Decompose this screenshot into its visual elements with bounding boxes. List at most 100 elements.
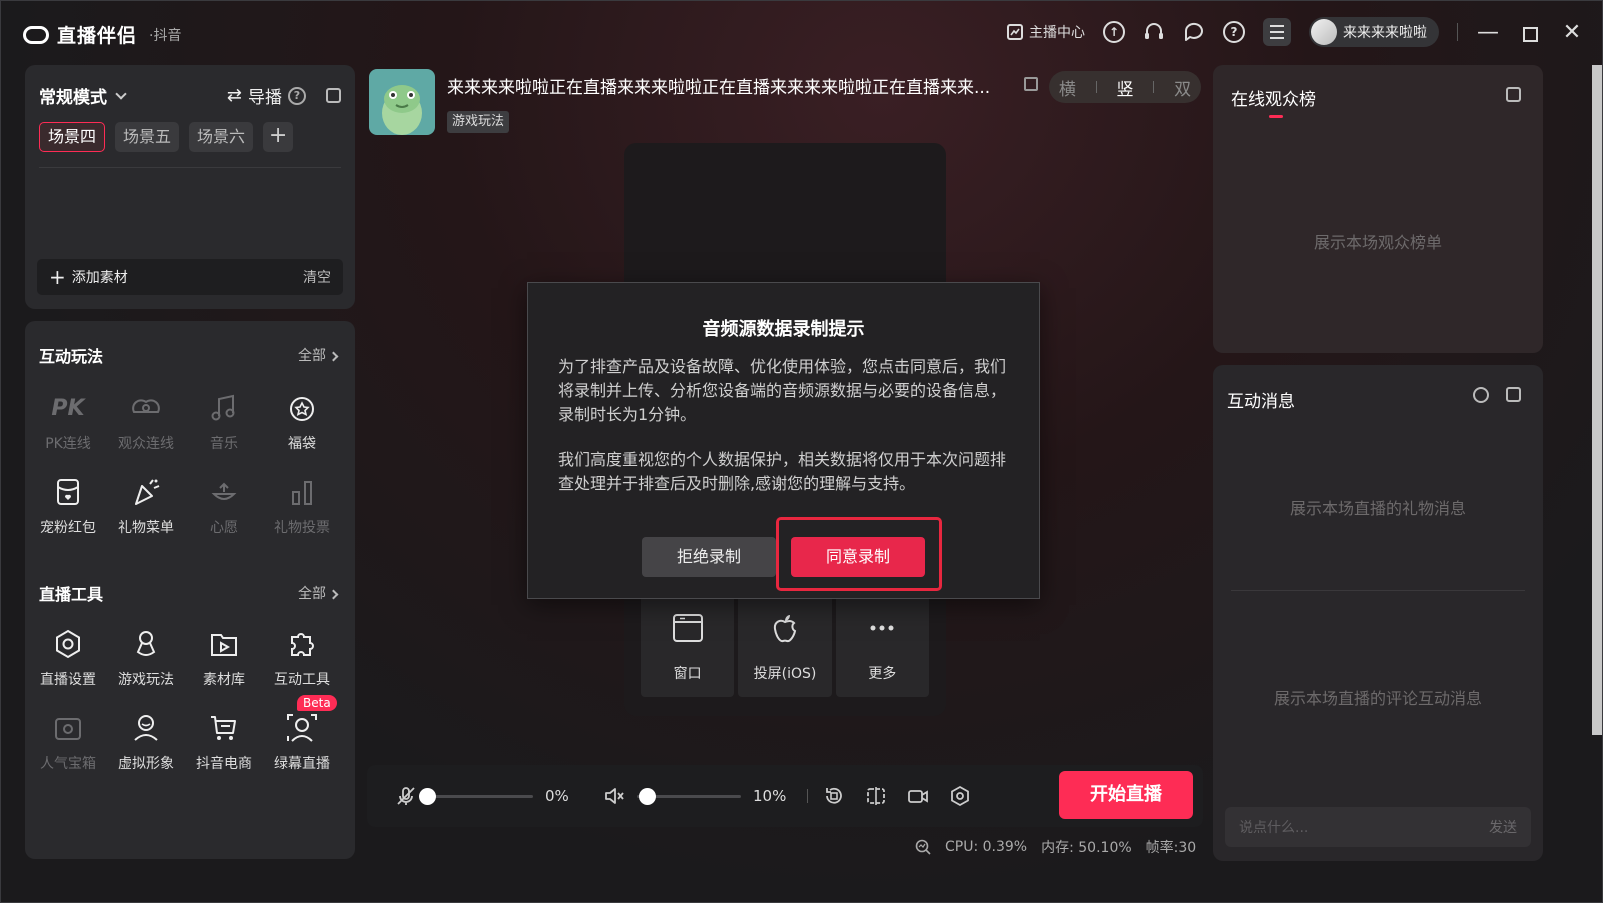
start-live-button[interactable]: 开始直播 bbox=[1059, 771, 1193, 819]
platform-name: ·抖音 bbox=[149, 27, 182, 44]
room-category-tag[interactable]: 游戏玩法 bbox=[447, 111, 510, 133]
director-help-icon[interactable]: ? bbox=[288, 86, 306, 105]
send-button[interactable]: 发送 bbox=[1489, 817, 1517, 837]
help-icon[interactable]: ? bbox=[1223, 21, 1245, 43]
tool-lucky-bag[interactable]: 福袋 bbox=[263, 391, 341, 453]
interactive-all-link[interactable]: 全部 bbox=[298, 345, 339, 365]
audience-rank-placeholder: 展示本场观众榜单 bbox=[1313, 233, 1442, 252]
audience-rank-title[interactable]: 在线观众榜 bbox=[1231, 85, 1316, 110]
mic-volume-knob[interactable] bbox=[419, 788, 436, 805]
chevron-down-icon[interactable] bbox=[115, 87, 127, 100]
tool-game[interactable]: 游戏玩法 bbox=[107, 627, 185, 689]
add-source-bar: + 添加素材 清空 bbox=[37, 259, 343, 295]
rotate-icon[interactable] bbox=[823, 785, 845, 807]
add-source-button[interactable]: 添加素材 bbox=[72, 267, 128, 287]
tool-red-packet[interactable]: 宠粉红包 bbox=[29, 475, 107, 537]
music-icon bbox=[207, 391, 241, 425]
agree-highlight-box: 同意录制 bbox=[776, 517, 942, 591]
agree-recording-button[interactable]: 同意录制 bbox=[791, 537, 925, 577]
tool-gift-vote[interactable]: 礼物投票 bbox=[263, 475, 341, 537]
speaker-muted-icon[interactable] bbox=[603, 785, 625, 807]
chat-input[interactable]: 说点什么... 发送 bbox=[1225, 807, 1531, 847]
tool-live-settings[interactable]: 直播设置 bbox=[29, 627, 107, 689]
live-tools-all-link[interactable]: 全部 bbox=[298, 583, 339, 603]
orientation-portrait[interactable]: 竖 bbox=[1116, 75, 1133, 100]
titlebar-divider bbox=[1457, 23, 1458, 41]
red-packet-icon bbox=[51, 475, 85, 509]
tool-green-screen[interactable]: Beta 绿幕直播 bbox=[263, 695, 341, 773]
message-popout-icon[interactable] bbox=[1506, 387, 1521, 402]
camera-icon[interactable] bbox=[907, 785, 929, 807]
edit-title-icon[interactable] bbox=[1024, 77, 1038, 91]
tool-gift-menu[interactable]: 礼物菜单 bbox=[107, 475, 185, 537]
green-screen-icon: Beta bbox=[285, 695, 337, 745]
screen-mirror-icon[interactable] bbox=[865, 785, 887, 807]
headset-icon[interactable] bbox=[1143, 21, 1165, 43]
mic-volume-slider[interactable] bbox=[419, 788, 533, 805]
orientation-switch: 横 竖 双 bbox=[1049, 71, 1201, 103]
chart-icon bbox=[1007, 24, 1023, 40]
scrollbar[interactable] bbox=[1592, 65, 1602, 735]
tool-interactive-tools[interactable]: 互动工具 bbox=[263, 627, 341, 689]
close-icon[interactable]: ✕ bbox=[1560, 20, 1584, 45]
tool-media-library[interactable]: 素材库 bbox=[185, 627, 263, 689]
room-cover-image[interactable] bbox=[369, 69, 435, 135]
cpu-usage: CPU: 0.39% bbox=[945, 839, 1028, 855]
tool-audience-link[interactable]: 观众连线 bbox=[107, 391, 185, 453]
orientation-dual[interactable]: 双 bbox=[1174, 75, 1191, 100]
add-scene-button[interactable]: + bbox=[263, 122, 294, 152]
control-divider bbox=[807, 789, 808, 803]
mic-muted-icon[interactable] bbox=[395, 785, 417, 807]
user-name: 来来来来啦啦 bbox=[1343, 25, 1427, 41]
director-label: 导播 bbox=[248, 88, 282, 108]
live-tools-grid: 直播设置 游戏玩法 素材库 互动工具 人气宝箱 虚拟形象 抖音电商 Beta 绿… bbox=[29, 627, 351, 773]
orientation-landscape[interactable]: 横 bbox=[1059, 75, 1076, 100]
menu-button[interactable] bbox=[1263, 18, 1291, 46]
media-library-icon bbox=[207, 627, 241, 661]
message-icon[interactable] bbox=[1183, 21, 1205, 43]
plus-icon[interactable]: + bbox=[49, 265, 66, 289]
puzzle-icon bbox=[285, 627, 319, 661]
user-profile-button[interactable]: 来来来来啦啦 bbox=[1309, 17, 1439, 47]
scene-tab-5[interactable]: 场景五 bbox=[115, 122, 180, 152]
tool-ecommerce[interactable]: 抖音电商 bbox=[185, 711, 263, 773]
scene-divider bbox=[39, 167, 341, 168]
tool-pk[interactable]: PK PK连线 bbox=[29, 391, 107, 453]
gift-menu-icon bbox=[129, 475, 163, 509]
interactive-header: 互动玩法 全部 bbox=[39, 343, 339, 367]
treasure-box-icon bbox=[51, 711, 85, 745]
speaker-volume-slider[interactable] bbox=[637, 788, 741, 805]
gift-vote-icon bbox=[285, 475, 319, 509]
tool-wish[interactable]: 心愿 bbox=[185, 475, 263, 537]
scene-tab-4[interactable]: 场景四 bbox=[39, 122, 106, 152]
anchor-center-button[interactable]: 主播中心 bbox=[1007, 22, 1085, 42]
reject-recording-button[interactable]: 拒绝录制 bbox=[642, 537, 776, 577]
gift-message-placeholder: 展示本场直播的礼物消息 bbox=[1289, 499, 1466, 518]
mode-selector[interactable]: 常规模式 bbox=[39, 83, 107, 108]
tool-music[interactable]: 音乐 bbox=[185, 391, 263, 453]
message-settings-icon[interactable] bbox=[1473, 387, 1489, 403]
speaker-volume-knob[interactable] bbox=[639, 788, 657, 805]
source-window[interactable]: 窗口 bbox=[641, 593, 735, 697]
speaker-volume-value: 10% bbox=[753, 787, 787, 805]
wish-icon bbox=[207, 475, 241, 509]
anchor-center-label: 主播中心 bbox=[1029, 25, 1085, 41]
scene-panel: 常规模式 ⇄ 导播 ? 场景四 场景五 场景六 + + 添加素材 清空 bbox=[25, 65, 355, 309]
upload-icon[interactable]: ↑ bbox=[1103, 21, 1125, 43]
settings-gear-icon[interactable] bbox=[949, 785, 971, 807]
source-ios-cast[interactable]: 投屏(iOS) bbox=[738, 593, 832, 697]
popout-icon[interactable] bbox=[326, 88, 341, 103]
scene-tabs: 场景四 场景五 场景六 + bbox=[39, 122, 294, 152]
clear-button[interactable]: 清空 bbox=[303, 267, 331, 287]
director-button[interactable]: ⇄ 导播 ? bbox=[227, 83, 306, 108]
audience-rank-panel: 在线观众榜 展示本场观众榜单 bbox=[1213, 65, 1543, 353]
maximize-icon[interactable] bbox=[1518, 23, 1542, 42]
scene-tab-6[interactable]: 场景六 bbox=[189, 122, 254, 152]
source-more[interactable]: 更多 bbox=[835, 593, 929, 697]
tool-avatar[interactable]: 虚拟形象 bbox=[107, 711, 185, 773]
minimize-icon[interactable]: — bbox=[1476, 20, 1500, 45]
tool-treasure-box[interactable]: 人气宝箱 bbox=[29, 711, 107, 773]
app-name: 直播伴侣 bbox=[57, 25, 138, 47]
live-tools-title: 直播工具 bbox=[39, 585, 104, 604]
rank-popout-icon[interactable] bbox=[1506, 87, 1521, 102]
